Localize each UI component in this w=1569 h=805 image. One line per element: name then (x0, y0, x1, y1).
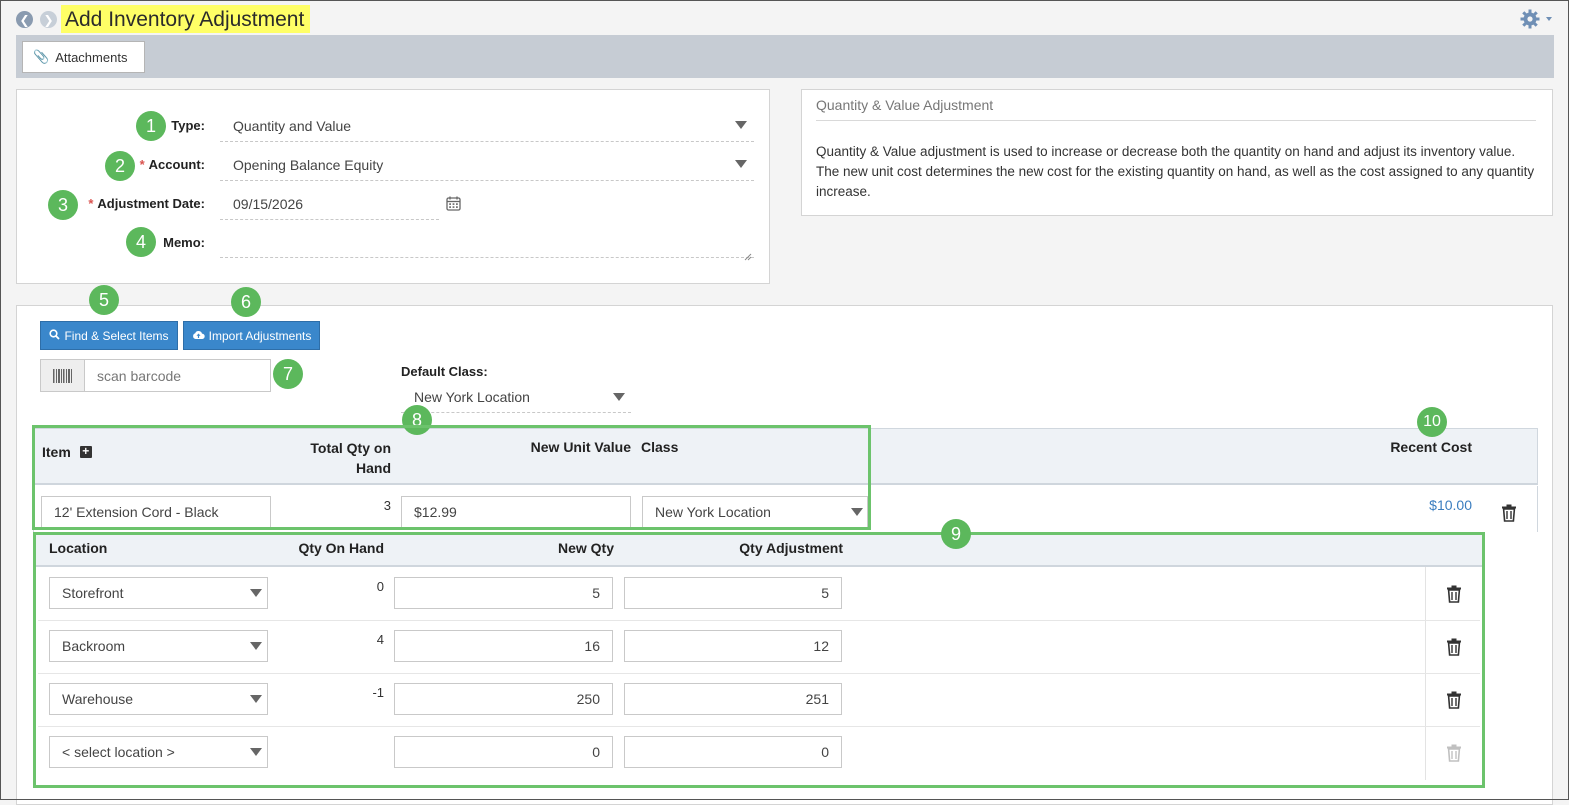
chevron-down-icon (735, 121, 747, 129)
find-select-items-label: Find & Select Items (64, 328, 169, 343)
import-adjustments-button[interactable]: Import Adjustments (183, 321, 320, 350)
find-select-items-button[interactable]: Find & Select Items (40, 321, 178, 350)
default-class-label: Default Class: (401, 364, 488, 379)
calendar-icon[interactable] (446, 196, 461, 214)
search-icon (49, 328, 61, 343)
barcode-placeholder: scan barcode (97, 367, 182, 384)
chevron-down-icon (613, 393, 625, 401)
import-adjustments-label: Import Adjustments (208, 328, 312, 343)
adjustment-date-value: 09/15/2026 (233, 195, 304, 212)
memo-textarea[interactable] (220, 226, 754, 258)
back-icon[interactable]: ❮ (16, 11, 33, 28)
info-title: Quantity & Value Adjustment (816, 97, 994, 113)
recent-cost-link[interactable]: $10.00 (1400, 497, 1472, 513)
type-label: Type: (171, 118, 205, 133)
attachments-label: Attachments (55, 49, 128, 65)
barcode-field[interactable]: scan barcode (40, 359, 271, 392)
callout-7: 7 (273, 359, 303, 389)
memo-label: Memo: (163, 235, 205, 250)
callout-5: 5 (89, 285, 119, 315)
resize-handle-icon[interactable] (744, 248, 752, 264)
cloud-upload-icon (192, 329, 205, 343)
callout-9: 9 (941, 519, 971, 549)
gear-icon[interactable] (1519, 8, 1555, 30)
adjustment-date-input[interactable]: 09/15/2026 (220, 188, 439, 220)
highlight-box-8 (32, 425, 871, 530)
callout-10: 10 (1417, 407, 1447, 437)
account-select[interactable]: Opening Balance Equity (220, 149, 754, 181)
info-body: Quantity & Value adjustment is used to i… (816, 144, 1535, 199)
toolbar (16, 35, 1554, 78)
required-marker: * (139, 157, 145, 172)
account-label: * Account: (139, 157, 205, 172)
paperclip-icon: 📎 (33, 49, 50, 64)
default-class-select[interactable]: New York Location (401, 381, 631, 413)
trash-icon[interactable] (1501, 504, 1517, 525)
type-select[interactable]: Quantity and Value (220, 110, 754, 142)
required-marker: * (88, 196, 94, 211)
page-title: Add Inventory Adjustment (61, 5, 311, 33)
recent-cost-column-header: Recent Cost (1390, 439, 1472, 455)
account-value: Opening Balance Equity (233, 156, 384, 173)
info-divider (816, 120, 1536, 121)
adjustment-date-label: * Adjustment Date: (88, 196, 205, 211)
callout-6: 6 (231, 287, 261, 317)
default-class-value: New York Location (414, 388, 530, 405)
attachments-tab[interactable]: 📎 Attachments (22, 41, 145, 73)
barcode-icon (41, 360, 85, 391)
highlight-box-9 (33, 532, 1485, 788)
type-value: Quantity and Value (233, 117, 352, 134)
forward-icon[interactable]: ❯ (40, 11, 57, 28)
chevron-down-icon (735, 160, 747, 168)
